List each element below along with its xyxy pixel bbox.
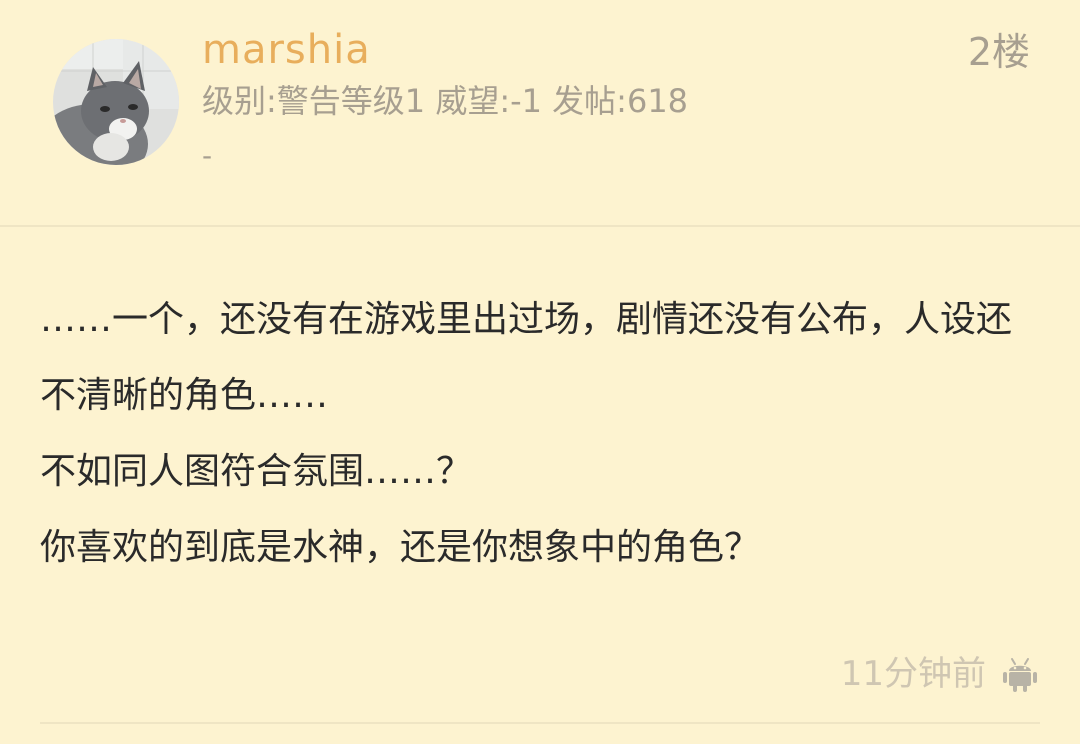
- post-time: 11分钟前: [840, 654, 986, 694]
- content-paragraph: 你喜欢的到底是水神，还是你想象中的角色？: [40, 527, 761, 568]
- footer-divider: [40, 722, 1040, 724]
- header-divider: [0, 225, 1080, 227]
- user-meta: 级别:警告等级1 威望:-1 发帖:618: [202, 82, 689, 120]
- user-avatar[interactable]: [53, 39, 179, 165]
- content-paragraph: 不如同人图符合氛围……？: [40, 451, 473, 492]
- post-footer: 11分钟前: [841, 648, 1040, 700]
- android-icon: [1003, 658, 1037, 692]
- user-signature: -: [202, 139, 213, 172]
- post-content: ……一个，还没有在游戏里出过场，剧情还没有公布，人设还不清晰的角色…… 不如同人…: [40, 282, 1040, 586]
- floor-number: 2楼: [967, 30, 1030, 74]
- post-floor: marshia 级别:警告等级1 威望:-1 发帖:618 - 2楼 ……一个，…: [0, 0, 1080, 744]
- content-paragraph: ……一个，还没有在游戏里出过场，剧情还没有公布，人设还不清晰的角色……: [40, 299, 1013, 416]
- cat-avatar-image: [53, 39, 179, 165]
- username[interactable]: marshia: [202, 26, 371, 74]
